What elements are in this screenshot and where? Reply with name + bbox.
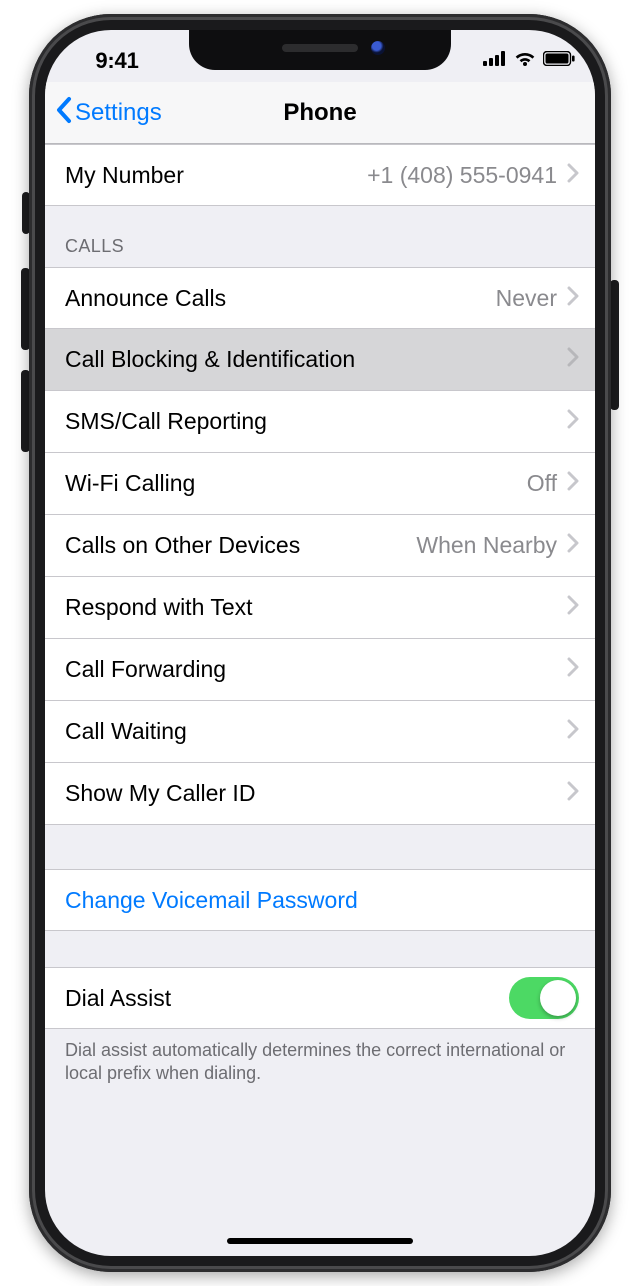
group-top: My Number +1 (408) 555-0941	[45, 144, 595, 206]
battery-icon	[543, 51, 575, 66]
hw-side-button	[610, 280, 619, 410]
row-label: Call Blocking & Identification	[65, 346, 355, 373]
chevron-right-icon	[567, 408, 579, 435]
group-calls: CALLS Announce Calls Never Call Blocking…	[45, 206, 595, 825]
group-header-calls: CALLS	[45, 206, 595, 267]
status-time: 9:41	[45, 48, 189, 74]
speaker-grille	[282, 44, 358, 52]
row-label: Call Waiting	[65, 718, 187, 745]
row-wifi-calling[interactable]: Wi-Fi Calling Off	[45, 453, 595, 515]
row-label: My Number	[65, 162, 184, 189]
chevron-right-icon	[567, 162, 579, 189]
group-spacer	[45, 931, 595, 967]
row-label: Calls on Other Devices	[65, 532, 300, 559]
row-announce-calls[interactable]: Announce Calls Never	[45, 267, 595, 329]
row-value: Never	[226, 285, 567, 312]
group-voicemail: Change Voicemail Password	[45, 869, 595, 931]
row-call-forwarding[interactable]: Call Forwarding	[45, 639, 595, 701]
chevron-right-icon	[567, 718, 579, 745]
nav-bar: Settings Phone	[45, 82, 595, 144]
row-label: Show My Caller ID	[65, 780, 255, 807]
row-label: SMS/Call Reporting	[65, 408, 267, 435]
row-value: +1 (408) 555-0941	[184, 162, 567, 189]
row-label: Wi-Fi Calling	[65, 470, 195, 497]
chevron-right-icon	[567, 285, 579, 312]
home-indicator[interactable]	[227, 1238, 413, 1244]
group-dial-assist: Dial Assist Dial assist automatically de…	[45, 967, 595, 1086]
group-footer-dial-assist: Dial assist automatically determines the…	[45, 1029, 595, 1086]
front-camera	[371, 41, 385, 55]
row-change-voicemail-password[interactable]: Change Voicemail Password	[45, 869, 595, 931]
row-my-number[interactable]: My Number +1 (408) 555-0941	[45, 144, 595, 206]
chevron-right-icon	[567, 532, 579, 559]
chevron-right-icon	[567, 656, 579, 683]
row-value: When Nearby	[300, 532, 567, 559]
row-label: Call Forwarding	[65, 656, 226, 683]
row-call-waiting[interactable]: Call Waiting	[45, 701, 595, 763]
device-frame: 9:41	[29, 14, 611, 1272]
group-spacer	[45, 825, 595, 869]
row-call-blocking[interactable]: Call Blocking & Identification	[45, 329, 595, 391]
screen: 9:41	[45, 30, 595, 1256]
cellular-icon	[483, 51, 507, 66]
chevron-right-icon	[567, 346, 579, 373]
chevron-right-icon	[567, 594, 579, 621]
row-sms-call-reporting[interactable]: SMS/Call Reporting	[45, 391, 595, 453]
chevron-right-icon	[567, 780, 579, 807]
settings-list: My Number +1 (408) 555-0941 CALLS Announ…	[45, 144, 595, 1086]
wifi-icon	[514, 50, 536, 66]
row-show-caller-id[interactable]: Show My Caller ID	[45, 763, 595, 825]
row-value: Off	[195, 470, 567, 497]
chevron-right-icon	[567, 470, 579, 497]
row-respond-with-text[interactable]: Respond with Text	[45, 577, 595, 639]
nav-title: Phone	[45, 82, 595, 144]
status-right	[483, 50, 575, 66]
row-calls-other-devices[interactable]: Calls on Other Devices When Nearby	[45, 515, 595, 577]
dial-assist-toggle[interactable]	[509, 977, 579, 1019]
row-label: Change Voicemail Password	[65, 887, 358, 914]
notch	[189, 30, 451, 70]
row-label: Announce Calls	[65, 285, 226, 312]
toggle-knob	[540, 980, 576, 1016]
row-label: Respond with Text	[65, 594, 253, 621]
row-label: Dial Assist	[65, 985, 171, 1012]
row-dial-assist[interactable]: Dial Assist	[45, 967, 595, 1029]
